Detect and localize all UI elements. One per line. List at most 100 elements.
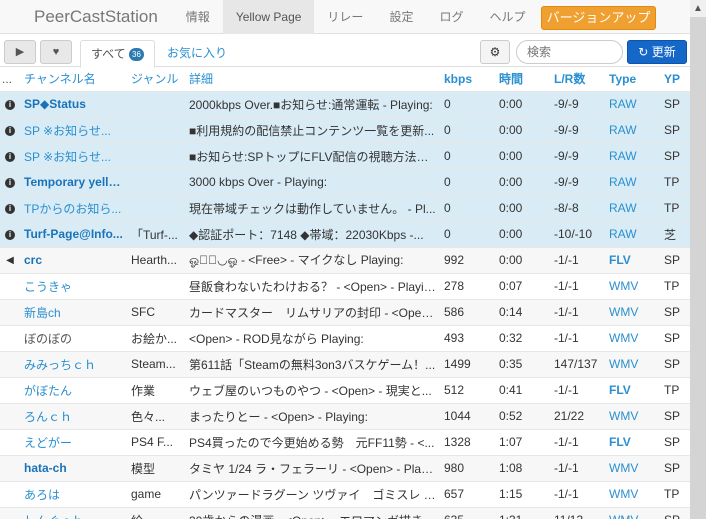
column-header[interactable]: 時間 [495,67,550,91]
channel-yp: SP [660,246,690,273]
channel-name[interactable]: crc [20,246,127,273]
channel-name[interactable]: hata-ch [20,454,127,481]
refresh-button[interactable]: ↻ 更新 [627,40,687,64]
channel-kbps: 0 [440,90,495,117]
channel-type[interactable]: WMV [605,272,660,299]
nav-item[interactable]: ヘルプ [476,0,538,34]
table-row[interactable]: がぼたん 作業 ウェブ屋のいつものやつ - <Open> - 現実と... 512 0:… [0,376,690,403]
channel-name[interactable]: がぼたん [20,376,127,403]
channel-name[interactable]: ろんｃｈ [20,402,127,429]
info-icon[interactable]: i [0,116,20,143]
info-icon[interactable]: i [0,220,20,247]
table-row[interactable]: i SP◆Status 2000kbps Over.■お知らせ:通常運転 - Pla… [0,90,690,117]
nav-item[interactable]: ログ [426,0,476,34]
brand[interactable]: PeerCastStation [0,7,173,27]
settings-button[interactable]: ⚙ [480,40,510,64]
scrollbar[interactable]: ▲ [690,0,706,519]
channel-type[interactable]: WMV [605,324,660,351]
nav-item[interactable]: Yellow Page [222,0,315,34]
table-row[interactable]: ◀ crc Hearth... ஓ◡ு◡ஓ - <Free> - マイクなし Play… [0,246,690,273]
column-header[interactable]: Type [605,67,660,91]
column-header[interactable]: YP [660,67,690,91]
channel-type[interactable]: RAW [605,168,660,195]
channel-type[interactable]: RAW [605,116,660,143]
channel-type[interactable]: FLV [605,428,660,455]
table-row[interactable]: i SP ※お知らせ... ■お知らせ:SPトップにFLV配信の視聴方法に... 0 0… [0,142,690,169]
channel-listeners-relays: 11/13 [550,506,605,519]
column-header[interactable]: L/R数 [550,67,605,91]
info-icon[interactable]: i [0,142,20,169]
table-row[interactable]: i TPからのお知ら... 現在帯域チェックは動作していません。 - Pl... 0 0… [0,194,690,221]
channel-name[interactable]: ぼのぼの [20,324,127,351]
info-icon[interactable]: i [0,194,20,221]
channel-type[interactable]: WMV [605,402,660,429]
table-row[interactable]: hata-ch 模型 タミヤ 1/24 ラ・フェラーリ - <Open> - Pla… [0,454,690,481]
column-header[interactable]: チャンネル名 [20,67,127,91]
channel-type[interactable]: WMV [605,480,660,507]
table-row[interactable]: あろは game パンツァードラグーン ツヴァイ ゴミスレ -... 657 1:15-… [0,480,690,507]
favorite-button[interactable]: ♥ [40,40,72,64]
scroll-up-arrow-icon[interactable]: ▲ [690,0,706,17]
nav-item[interactable]: 情報 [173,0,223,34]
table-row[interactable]: i Turf-Page@Info... 「Turf-... ◆認証ポート：7148 ◆… [0,220,690,247]
table-row[interactable]: しんぐｃｈ絵30歳からの漫画 - <Open> - エロマンガ描き6351:31… [0,506,690,519]
channel-name[interactable]: SP ※お知らせ... [20,116,127,143]
channel-type[interactable]: WMV [605,506,660,519]
channel-yp: SP [660,350,690,377]
tab-all[interactable]: すべて 36 [80,40,155,68]
channel-type[interactable]: WMV [605,454,660,481]
channel-kbps: 493 [440,324,495,351]
column-header[interactable]: kbps [440,67,495,91]
channel-type[interactable]: FLV [605,376,660,403]
column-header[interactable]: ... [0,67,20,91]
channel-type[interactable]: RAW [605,90,660,117]
table-row[interactable]: えどがー PS4 F... PS4買ったので今更始める勢 元FF11勢 - <...… [0,428,690,455]
channel-name[interactable]: 新島ch [20,298,127,325]
channel-listeners-relays: -1/-1 [550,272,605,299]
channel-time: 0:00 [495,246,550,273]
channel-type[interactable]: WMV [605,298,660,325]
version-up-button[interactable]: バージョンアップ [541,6,656,30]
channel-name[interactable]: Temporary yello... [20,168,127,195]
tab-favorites[interactable]: お気に入り [157,40,237,68]
play-button[interactable]: ▶ [4,40,36,64]
table-row[interactable]: みみっちｃｈ Steam... 第611話「Steamの無料3on3バスケゲーム！.… [0,350,690,377]
channel-genre: Hearth... [127,246,185,273]
tab-all-label: すべて [91,47,126,61]
channel-name[interactable]: SP ※お知らせ... [20,142,127,169]
channel-name[interactable]: あろは [20,480,127,507]
channel-name[interactable]: こうきゃ [20,272,127,299]
channel-name[interactable]: しんぐｃｈ [20,506,127,519]
table-row[interactable]: i SP ※お知らせ... ■利用規約の配信禁止コンテンツ一覧を更新... 0 0:00… [0,116,690,143]
channel-detail: タミヤ 1/24 ラ・フェラーリ - <Open> - Playi... [185,454,440,481]
channel-kbps: 0 [440,142,495,169]
column-header[interactable]: ジャンル [127,67,185,91]
row-icon-cell [0,402,20,429]
channel-type[interactable]: WMV [605,350,660,377]
nav-item[interactable]: リレー [314,0,376,34]
channel-genre [127,272,185,299]
channel-type[interactable]: RAW [605,220,660,247]
nav-item[interactable]: 設定 [376,0,426,34]
channel-name[interactable]: Turf-Page@Info... [20,220,127,247]
play-icon: ▶ [15,46,25,58]
channel-type[interactable]: FLV [605,246,660,273]
table-row[interactable]: i Temporary yello... 3000 kbps Over - Play… [0,168,690,195]
table-row[interactable]: ぼのぼの お絵か... <Open> - ROD見ながら Playing: 493 0:… [0,324,690,351]
column-header[interactable]: 詳細 [185,67,440,91]
info-icon[interactable]: i [0,168,20,195]
channel-name[interactable]: SP◆Status [20,90,127,117]
table-row[interactable]: 新島ch SFC カードマスター リムサリアの封印 - <Open... 586 0:1… [0,298,690,325]
channel-name[interactable]: えどがー [20,428,127,455]
table-row[interactable]: ろんｃｈ 色々... まったりとー - <Open> - Playing: 1044 0… [0,402,690,429]
table-row[interactable]: こうきゃ 昼飯食わないたわけおる？ - <Open> - Playing: 278 0… [0,272,690,299]
megaphone-icon[interactable]: ◀ [0,246,20,273]
search-input[interactable] [516,40,623,64]
channel-name[interactable]: TPからのお知ら... [20,194,127,221]
channel-yp: SP [660,116,690,143]
channel-type[interactable]: RAW [605,194,660,221]
channel-type[interactable]: RAW [605,142,660,169]
info-icon[interactable]: i [0,90,20,117]
channel-time: 0:00 [495,220,550,247]
channel-name[interactable]: みみっちｃｈ [20,350,127,377]
